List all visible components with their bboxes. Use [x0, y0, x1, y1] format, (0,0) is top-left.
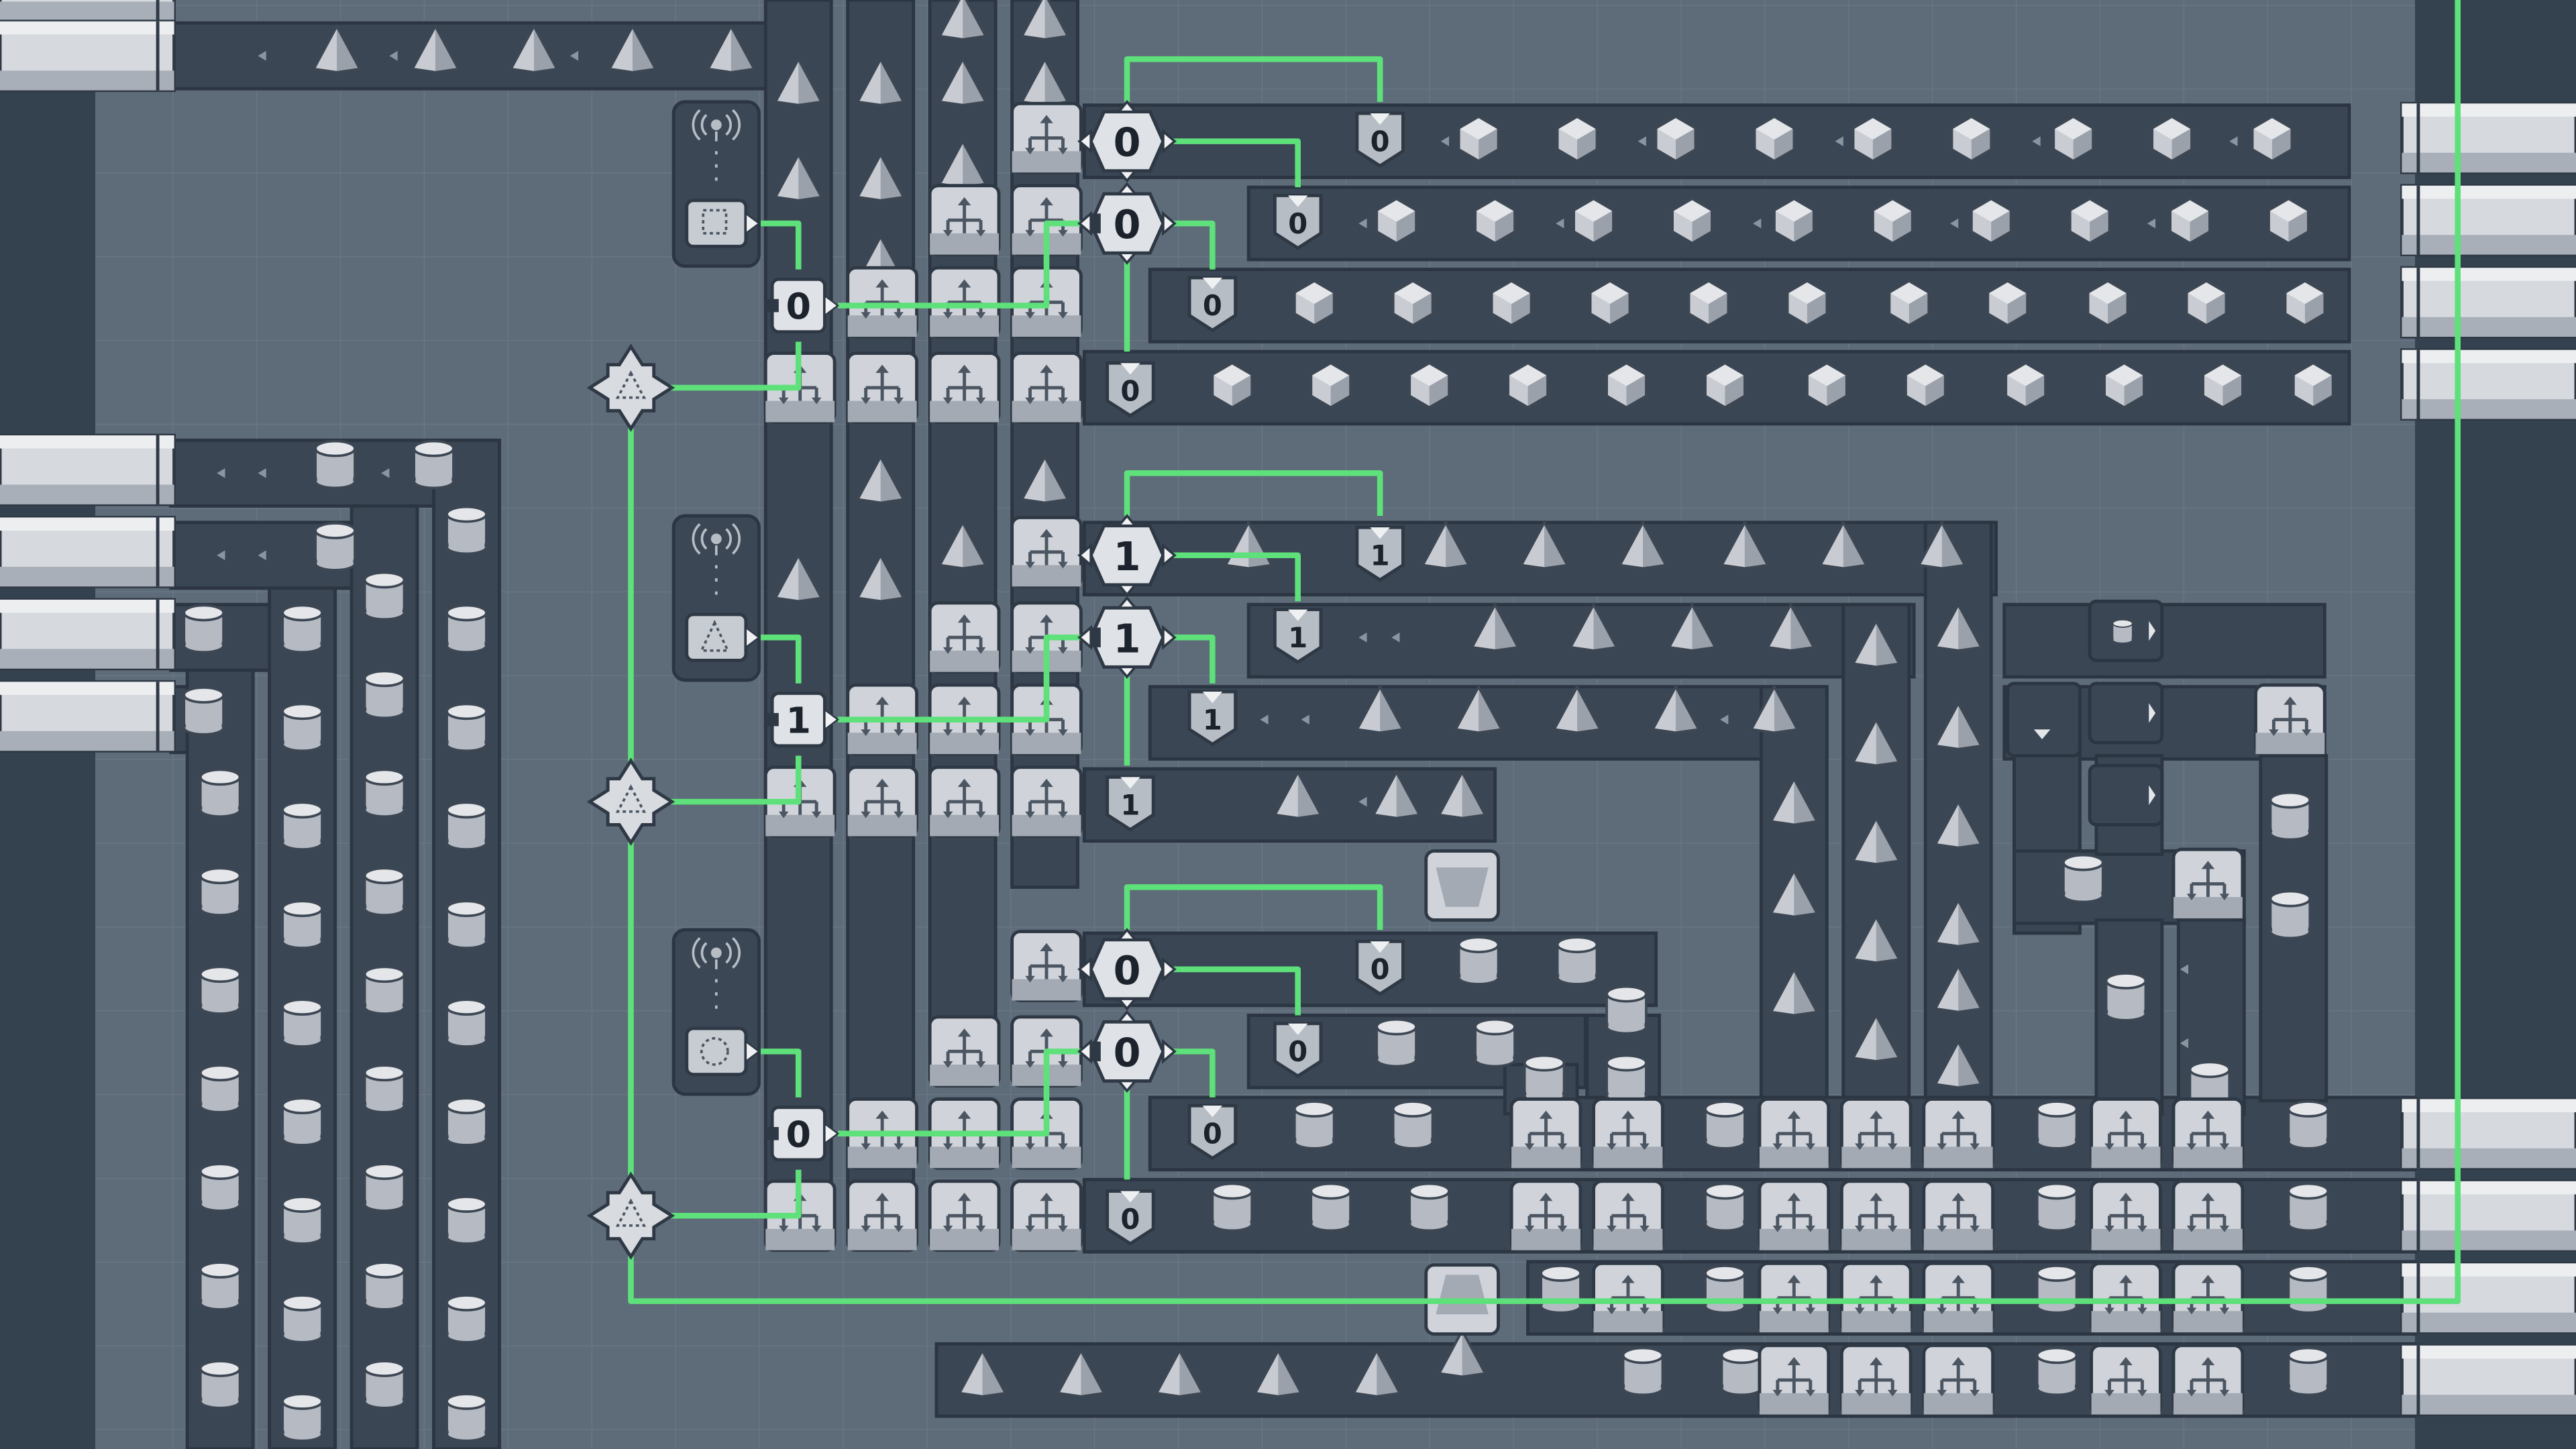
logic-gate-value: 0	[786, 1113, 810, 1155]
signal-display-value: 0	[1120, 375, 1140, 408]
signal-display-value: 1	[1371, 539, 1390, 572]
station-middle[interactable]	[672, 514, 761, 682]
signal-display-value: 1	[1203, 703, 1222, 736]
logic-gate-value: 1	[1114, 533, 1141, 580]
logic-gate-value: 0	[1114, 201, 1141, 248]
logic-gate-value: 0	[1114, 119, 1141, 166]
signal-display-value: 0	[1371, 953, 1390, 986]
signal-display-value: 1	[1120, 789, 1140, 822]
signal-display-value: 0	[1120, 1203, 1140, 1236]
factory-board[interactable]: 0 0 0 0 0 0 0 1 1 1 1 1 1 1 0 0 0 0 0 0 …	[0, 0, 2576, 1449]
logic-gate-value: 1	[1114, 615, 1141, 661]
signal-display-value: 1	[1288, 621, 1307, 654]
logic-gate-value: 1	[786, 699, 810, 741]
signal-display-value: 0	[1203, 289, 1222, 322]
logic-gate-value: 0	[786, 285, 810, 327]
signal-display-value: 0	[1203, 1118, 1222, 1150]
signal-display-value: 0	[1288, 207, 1307, 240]
station-bottom[interactable]	[672, 928, 761, 1096]
game-viewport[interactable]: 0 0 0 0 0 0 0 1 1 1 1 1 1 1 0 0 0 0 0 0 …	[0, 0, 2576, 1449]
signal-display-value: 0	[1371, 125, 1390, 158]
signal-display-value: 0	[1288, 1035, 1307, 1068]
logic-gate-value: 0	[1114, 947, 1141, 994]
logic-gate-value: 0	[1114, 1029, 1141, 1075]
station-top[interactable]	[672, 100, 761, 268]
factory-map[interactable]: 0 0 0 0 0 0 0 1 1 1 1 1 1 1 0 0 0 0 0 0 …	[0, 0, 2576, 1449]
